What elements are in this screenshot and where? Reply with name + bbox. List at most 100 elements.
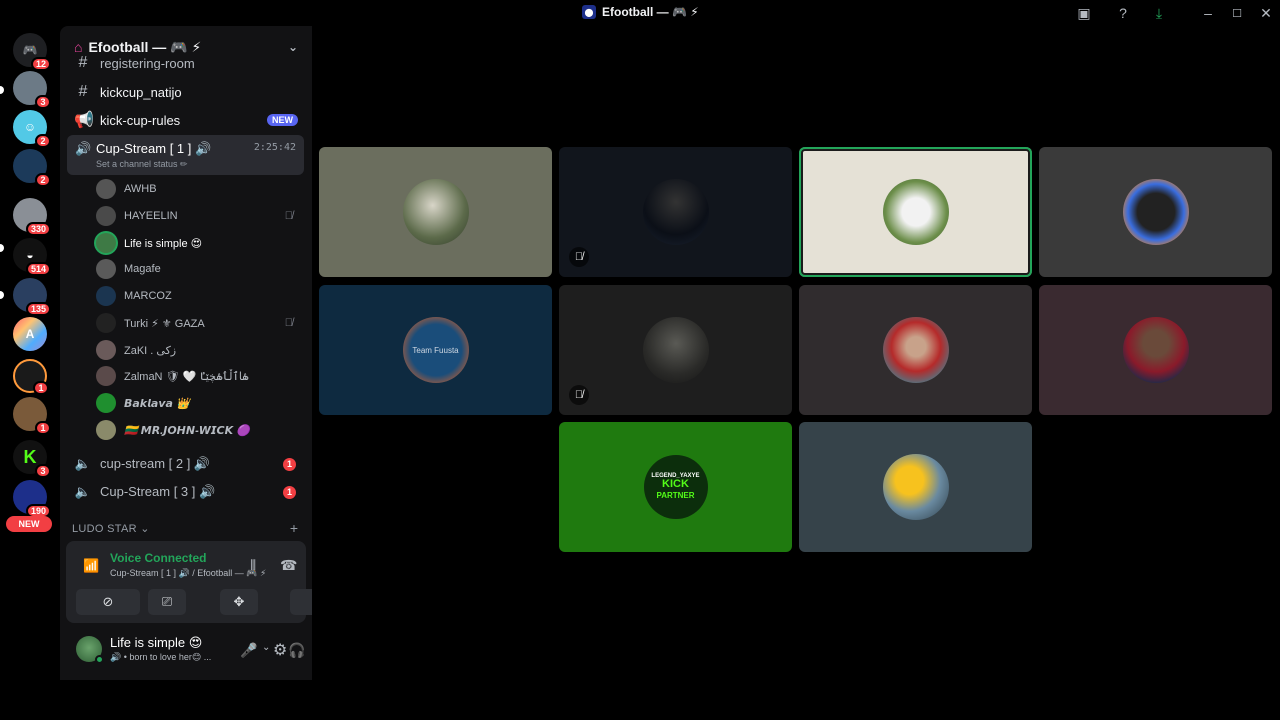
server-icon-9[interactable]: 1 xyxy=(13,397,51,435)
voice-user[interactable]: MARCOZ xyxy=(96,284,301,308)
participant-tile[interactable]: Team Fuusta xyxy=(319,285,552,415)
hash-icon: # xyxy=(78,83,88,100)
soundboard-button[interactable]: ✺ xyxy=(290,589,312,615)
online-status-icon xyxy=(95,655,104,664)
maximize-icon[interactable]: ☐ xyxy=(1228,4,1246,22)
participant-tile[interactable]: LEGEND_YAXYE KICK PARTNER xyxy=(559,422,792,552)
user-name: AWHB xyxy=(124,183,157,195)
server-icon-4[interactable]: 330 xyxy=(13,198,51,236)
user-name[interactable]: Life is simple 😍 xyxy=(110,635,202,651)
boost-icon: ⌂ xyxy=(74,39,83,55)
participant-tile[interactable] xyxy=(1039,285,1272,415)
call-timer: 2:25:42 xyxy=(253,142,296,153)
gear-icon[interactable]: ⚙ xyxy=(273,640,287,660)
participant-tile[interactable] xyxy=(799,422,1032,552)
avatar xyxy=(882,317,949,383)
noise-suppression-icon[interactable]: ⦀ xyxy=(250,557,256,574)
muted-icon: 🎙̸ xyxy=(569,385,589,405)
participant-tile[interactable] xyxy=(799,285,1032,415)
window-title: ⬤ Efootball — 🎮 ⚡ xyxy=(582,5,699,19)
avatar xyxy=(96,313,116,333)
minimize-icon[interactable]: – xyxy=(1199,4,1217,22)
headphones-icon[interactable]: 🎧 xyxy=(288,642,305,659)
avatar xyxy=(96,233,116,253)
voice-user[interactable]: Life is simple 😍 xyxy=(96,231,301,255)
voice-channel-cup-stream-3[interactable]: 🔈 Cup-Stream [ 3 ] 🔊 1 xyxy=(68,479,304,505)
user-name: MARCOZ xyxy=(124,290,172,302)
participant-tile[interactable]: 🎙̸ xyxy=(559,147,792,277)
category-ludo-star[interactable]: LUDO STAR ⌄ xyxy=(72,522,150,535)
download-icon[interactable]: ⤓ xyxy=(1150,4,1168,22)
channel-kick-cup-rules[interactable]: 📢 kick-cup-rules NEW xyxy=(68,107,304,133)
voice-channel-cup-stream-2[interactable]: 🔈 cup-stream [ 2 ] 🔊 1 xyxy=(68,451,304,477)
server-icon-6[interactable]: 135 xyxy=(13,278,51,316)
server-icon-5[interactable]: ◒ 514 xyxy=(13,238,51,276)
new-badge: NEW xyxy=(267,114,298,126)
voice-user[interactable]: 🇱🇹 𝙈𝙍.𝙅𝙊𝙃𝙉-𝙒𝙄𝘾𝙆 🟣 xyxy=(96,418,301,442)
server-badge-8: 1 xyxy=(33,381,49,395)
new-unreads-pill[interactable]: NEW xyxy=(6,516,52,532)
avatar xyxy=(1122,179,1189,245)
camera-off-button[interactable]: ⊘ xyxy=(76,589,140,615)
server-badge-10: 3 xyxy=(35,464,51,478)
add-channel-icon[interactable]: + xyxy=(290,520,298,536)
voice-connected-title[interactable]: Voice Connected xyxy=(110,551,206,565)
activities-icon: ✥ xyxy=(233,594,245,609)
voice-user[interactable]: Magafe xyxy=(96,257,301,281)
channel-status[interactable]: Set a channel status ✏ xyxy=(96,159,188,170)
voice-user[interactable]: Turki ⚡ ⚜ GAZA 🎙̸ xyxy=(96,311,301,335)
server-icon-7[interactable]: A xyxy=(13,317,47,351)
voice-user[interactable]: ZaKI . زکی xyxy=(96,338,301,362)
avatar xyxy=(96,393,116,413)
participant-tile[interactable] xyxy=(319,147,552,277)
avatar: Team Fuusta xyxy=(402,317,469,383)
participant-tile[interactable]: 🎙̸ xyxy=(559,285,792,415)
channel-label: cup-stream [ 2 ] 🔊 xyxy=(100,456,211,471)
server-badge-2: 2 xyxy=(35,134,51,148)
chevron-down-icon[interactable]: ⌄ xyxy=(248,642,256,653)
voice-user[interactable]: AWHB xyxy=(96,177,301,201)
channel-label: Cup-Stream [ 3 ] 🔊 xyxy=(100,484,216,499)
kick-label-kick: KICK xyxy=(662,478,689,490)
voice-connected-subtitle[interactable]: Cup-Stream [ 1 ] 🔊 / Efootball — 🎮 ⚡ xyxy=(110,568,266,579)
user-name: ZaKI . زکی xyxy=(124,344,177,357)
server-name: Efootball — 🎮 ⚡ xyxy=(88,38,202,55)
participant-tile[interactable] xyxy=(1039,147,1272,277)
voice-channel-cup-stream-1[interactable]: 🔊 Cup-Stream [ 1 ] 🔊 Set a channel statu… xyxy=(67,135,304,175)
avatar xyxy=(882,454,949,520)
disconnect-icon[interactable]: ☎ xyxy=(280,557,297,574)
server-icon-3[interactable]: 2 xyxy=(13,149,51,187)
title-bar: ⬤ Efootball — 🎮 ⚡ ▣ ? ⤓ – ☐ ✕ xyxy=(0,0,1280,26)
server-icon-1[interactable]: 3 xyxy=(13,71,51,109)
server-icon: ⬤ xyxy=(582,5,596,19)
home-icon[interactable]: 🎮 12 xyxy=(13,33,51,71)
chevron-down-icon[interactable]: ⌄ xyxy=(262,642,270,653)
server-icon-10[interactable]: K3 xyxy=(13,440,51,478)
avatar xyxy=(642,179,709,245)
channel-label: kickcup_natijo xyxy=(100,84,182,100)
server-icon-8[interactable]: 1 xyxy=(13,359,49,395)
kick-partner-avatar: LEGEND_YAXYE KICK PARTNER xyxy=(643,455,708,519)
channel-kickcup-natijo[interactable]: # kickcup_natijo xyxy=(68,79,304,105)
avatar xyxy=(1122,317,1189,383)
voice-user[interactable]: 𝘽𝙖𝙠𝙡𝙖𝙫𝙖 👑 xyxy=(96,391,301,415)
server-icon-2[interactable]: ☺ 2 xyxy=(13,110,51,148)
unread-pill xyxy=(0,86,4,94)
unread-pill xyxy=(0,291,4,299)
voice-user[interactable]: HAYEELIN 🎙̸ xyxy=(96,204,301,228)
screen-share-button[interactable]: ⎚ xyxy=(148,589,186,615)
channel-label: kick-cup-rules xyxy=(100,112,181,128)
camera-off-icon: ⊘ xyxy=(102,594,114,609)
close-icon[interactable]: ✕ xyxy=(1257,4,1275,22)
voice-user[interactable]: ZalmaN 🛡 🤍 ۿاٱڵٲۿڿێٵ xyxy=(96,364,301,388)
chevron-down-icon: ⌄ xyxy=(287,40,298,54)
screen-share-icon[interactable]: ▣ xyxy=(1075,4,1093,22)
activities-button[interactable]: ✥ xyxy=(220,589,258,615)
server-rail: 🎮 12 3 ☺ 2 2 330 ◒ 514 135 A 1 1 K3 190 NEW xyxy=(0,26,60,680)
help-icon[interactable]: ? xyxy=(1114,4,1132,22)
avatar xyxy=(96,420,116,440)
server-icon-11[interactable]: 190 xyxy=(13,480,51,518)
channel-partial[interactable]: # registering-room xyxy=(68,56,304,70)
participant-tile-speaking[interactable] xyxy=(799,147,1032,277)
unread-badge: 1 xyxy=(283,485,296,499)
